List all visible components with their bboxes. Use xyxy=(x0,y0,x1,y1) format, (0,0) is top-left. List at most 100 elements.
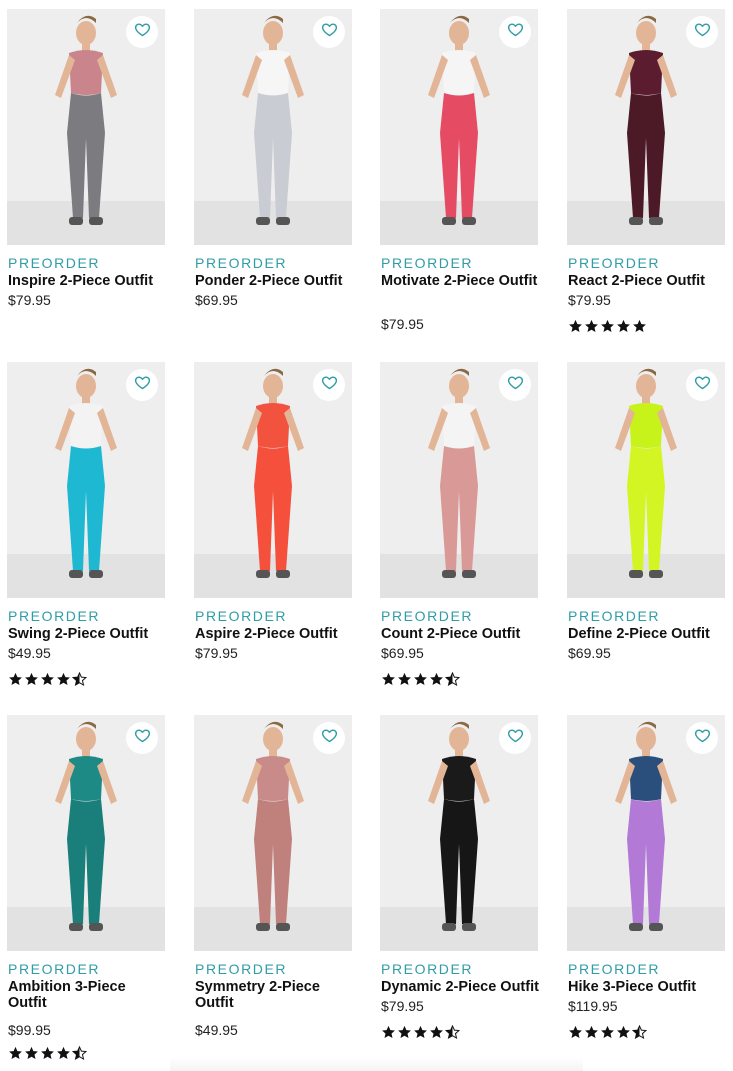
product-name[interactable]: Symmetry 2-Piece Outfit xyxy=(195,979,353,1011)
heart-icon xyxy=(134,374,151,396)
preorder-badge: PREORDER xyxy=(381,961,474,977)
product-price: $79.95 xyxy=(381,998,424,1014)
product-name[interactable]: React 2-Piece Outfit xyxy=(568,273,726,289)
star-icon xyxy=(71,1045,88,1061)
rating-stars[interactable] xyxy=(8,671,88,687)
favorite-button[interactable] xyxy=(686,722,718,754)
preorder-badge: PREORDER xyxy=(568,255,661,271)
product-image[interactable] xyxy=(7,362,165,598)
rating-stars[interactable] xyxy=(381,671,461,687)
favorite-button[interactable] xyxy=(126,16,158,48)
product-card[interactable]: PREORDER Motivate 2-Piece Outfit $79.95 xyxy=(380,9,538,332)
product-price: $79.95 xyxy=(381,316,424,332)
product-card[interactable]: PREORDER Inspire 2-Piece Outfit $79.95 xyxy=(7,9,165,308)
product-image[interactable] xyxy=(567,715,725,951)
product-image[interactable] xyxy=(567,9,725,245)
preorder-badge: PREORDER xyxy=(381,255,474,271)
product-card[interactable]: PREORDER Symmetry 2-Piece Outfit $49.95 xyxy=(194,715,352,1038)
heart-icon xyxy=(507,21,524,43)
product-name[interactable]: Swing 2-Piece Outfit xyxy=(8,626,166,642)
star-icon xyxy=(584,1025,599,1039)
star-icon xyxy=(429,672,444,686)
star-icon xyxy=(8,672,23,686)
star-icon xyxy=(40,1046,55,1060)
product-card[interactable]: PREORDER React 2-Piece Outfit $79.95 xyxy=(567,9,725,333)
product-card[interactable]: PREORDER Define 2-Piece Outfit $69.95 xyxy=(567,362,725,661)
product-image[interactable] xyxy=(194,362,352,598)
favorite-button[interactable] xyxy=(686,369,718,401)
heart-icon xyxy=(694,21,711,43)
product-image[interactable] xyxy=(194,9,352,245)
star-icon xyxy=(56,1046,71,1060)
product-name[interactable]: Dynamic 2-Piece Outfit xyxy=(381,979,539,995)
heart-icon xyxy=(134,21,151,43)
product-image[interactable] xyxy=(380,9,538,245)
product-price: $69.95 xyxy=(568,645,611,661)
product-name[interactable]: Define 2-Piece Outfit xyxy=(568,626,726,642)
star-icon xyxy=(381,672,396,686)
star-icon xyxy=(397,1025,412,1039)
heart-icon xyxy=(321,374,338,396)
product-name[interactable]: Ponder 2-Piece Outfit xyxy=(195,273,353,289)
rating-stars[interactable] xyxy=(568,1024,648,1040)
favorite-button[interactable] xyxy=(499,16,531,48)
product-name[interactable]: Ambition 3-Piece Outfit xyxy=(8,979,166,1011)
product-card[interactable]: PREORDER Swing 2-Piece Outfit $49.95 xyxy=(7,362,165,687)
product-name[interactable]: Motivate 2-Piece Outfit xyxy=(381,273,539,289)
favorite-button[interactable] xyxy=(126,722,158,754)
product-image[interactable] xyxy=(380,362,538,598)
star-icon xyxy=(600,1025,615,1039)
favorite-button[interactable] xyxy=(499,369,531,401)
product-image[interactable] xyxy=(194,715,352,951)
product-image[interactable] xyxy=(7,9,165,245)
favorite-button[interactable] xyxy=(313,722,345,754)
favorite-button[interactable] xyxy=(313,369,345,401)
heart-icon xyxy=(507,374,524,396)
star-icon xyxy=(632,319,647,333)
favorite-button[interactable] xyxy=(499,722,531,754)
product-image[interactable] xyxy=(380,715,538,951)
product-price: $79.95 xyxy=(195,645,238,661)
product-grid: PREORDER Inspire 2-Piece Outfit $79.95 P… xyxy=(0,0,733,1071)
product-image[interactable] xyxy=(7,715,165,951)
star-icon xyxy=(444,1024,461,1040)
product-image[interactable] xyxy=(567,362,725,598)
rating-stars[interactable] xyxy=(8,1045,88,1061)
product-name[interactable]: Inspire 2-Piece Outfit xyxy=(8,273,166,289)
heart-icon xyxy=(134,727,151,749)
star-icon xyxy=(600,319,615,333)
product-name[interactable]: Count 2-Piece Outfit xyxy=(381,626,539,642)
heart-icon xyxy=(321,21,338,43)
product-card[interactable]: PREORDER Aspire 2-Piece Outfit $79.95 xyxy=(194,362,352,661)
star-icon xyxy=(413,1025,428,1039)
product-card[interactable]: PREORDER Ambition 3-Piece Outfit $99.95 xyxy=(7,715,165,1061)
preorder-badge: PREORDER xyxy=(381,608,474,624)
preorder-badge: PREORDER xyxy=(8,255,101,271)
product-price: $69.95 xyxy=(195,292,238,308)
product-name[interactable]: Hike 3-Piece Outfit xyxy=(568,979,726,995)
star-icon xyxy=(71,671,88,687)
preorder-badge: PREORDER xyxy=(8,961,101,977)
rating-stars[interactable] xyxy=(381,1024,461,1040)
product-card[interactable]: PREORDER Count 2-Piece Outfit $69.95 xyxy=(380,362,538,687)
rating-stars[interactable] xyxy=(568,319,647,333)
product-card[interactable]: PREORDER Dynamic 2-Piece Outfit $79.95 xyxy=(380,715,539,1040)
star-icon xyxy=(568,319,583,333)
preorder-badge: PREORDER xyxy=(568,961,661,977)
star-icon xyxy=(444,671,461,687)
star-icon xyxy=(24,1046,39,1060)
favorite-button[interactable] xyxy=(126,369,158,401)
star-icon xyxy=(616,319,631,333)
product-card[interactable]: PREORDER Ponder 2-Piece Outfit $69.95 xyxy=(194,9,352,308)
product-price: $119.95 xyxy=(568,998,618,1014)
product-price: $79.95 xyxy=(8,292,51,308)
star-icon xyxy=(8,1046,23,1060)
favorite-button[interactable] xyxy=(686,16,718,48)
preorder-badge: PREORDER xyxy=(195,961,288,977)
favorite-button[interactable] xyxy=(313,16,345,48)
product-name[interactable]: Aspire 2-Piece Outfit xyxy=(195,626,353,642)
product-card[interactable]: PREORDER Hike 3-Piece Outfit $119.95 xyxy=(567,715,725,1040)
star-icon xyxy=(40,672,55,686)
star-icon xyxy=(56,672,71,686)
star-icon xyxy=(381,1025,396,1039)
